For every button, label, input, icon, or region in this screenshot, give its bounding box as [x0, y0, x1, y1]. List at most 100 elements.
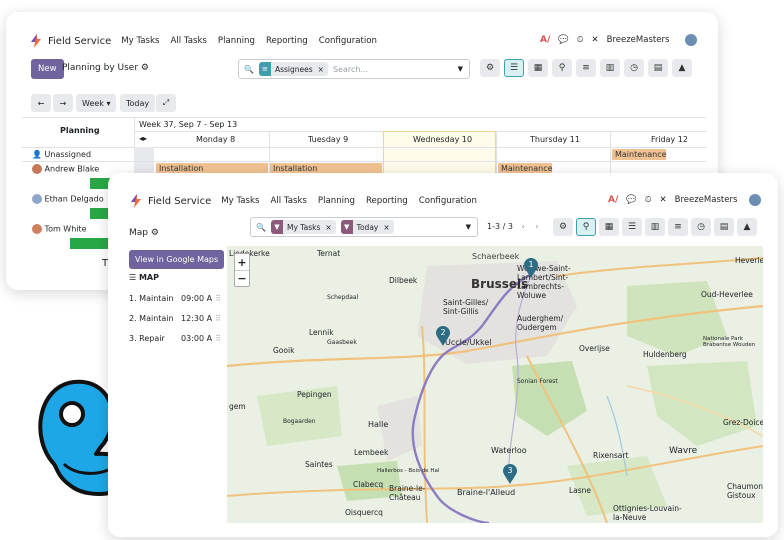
- user-icon: 👤: [32, 150, 42, 159]
- company-name[interactable]: BreezeMasters: [675, 195, 738, 205]
- search-dropdown-icon[interactable]: ▼: [466, 223, 471, 231]
- collapse-toggle-icon[interactable]: ◂▸: [139, 134, 147, 143]
- map-label-halle: Halle: [368, 420, 389, 429]
- user-avatar[interactable]: [685, 34, 698, 46]
- clock-icon[interactable]: ⏲: [645, 195, 652, 205]
- tools-icon[interactable]: ✕: [660, 195, 667, 205]
- map-pin-2[interactable]: 2: [436, 326, 450, 346]
- map-label-gooik: Gooik: [273, 346, 295, 355]
- user-avatar[interactable]: [749, 194, 762, 206]
- map-canvas[interactable]: Brussels Schaerbeek Dilbeek Ternat Liede…: [227, 246, 763, 523]
- menu-planning[interactable]: Planning: [218, 36, 255, 46]
- row-andrew[interactable]: Andrew Blake: [32, 164, 99, 174]
- activity-view-icon[interactable]: ◷: [691, 218, 711, 236]
- field-service-logo-icon: [31, 34, 41, 48]
- field-service-logo-icon: [131, 194, 141, 208]
- my-tasks-facet[interactable]: ▼ My Tasks ×: [270, 220, 336, 234]
- view-title: Map: [129, 228, 148, 238]
- calendar-view-icon[interactable]: ▦: [528, 59, 548, 77]
- google-maps-button[interactable]: View in Google Maps: [129, 250, 225, 269]
- pivot-view-icon[interactable]: ▤: [714, 218, 734, 236]
- app-title[interactable]: Field Service: [48, 36, 111, 47]
- row-unassigned[interactable]: 👤 Unassigned: [32, 150, 91, 159]
- task-time: 03:00 A: [181, 333, 213, 343]
- filter-settings-icon[interactable]: ⚙: [553, 218, 573, 236]
- kanban-view-icon[interactable]: ▥: [600, 59, 620, 77]
- today-button[interactable]: Today: [120, 94, 156, 112]
- next-button[interactable]: →: [53, 94, 73, 112]
- remove-facet-icon[interactable]: ×: [383, 223, 389, 232]
- gear-icon[interactable]: ⚙: [151, 228, 159, 238]
- kanban-view-icon[interactable]: ▥: [645, 218, 665, 236]
- filter-icon: ▼: [340, 220, 353, 234]
- app-title[interactable]: Field Service: [148, 196, 211, 207]
- top-nav-right: A/ 💬 ⏲ ✕ BreezeMasters: [540, 34, 698, 46]
- pivot-view-icon[interactable]: ▤: [648, 59, 668, 77]
- menu-reporting[interactable]: Reporting: [266, 36, 308, 46]
- filter-settings-icon[interactable]: ⚙: [480, 59, 500, 77]
- graph-view-icon[interactable]: ▲: [737, 218, 757, 236]
- drag-handle-icon[interactable]: ⠿: [215, 294, 221, 303]
- remove-facet-icon[interactable]: ×: [318, 65, 324, 74]
- task-bar-maintenance-friday[interactable]: Maintenance: [612, 149, 667, 160]
- expand-icon[interactable]: ⤢: [156, 94, 176, 112]
- menu-my-tasks[interactable]: My Tasks: [221, 196, 259, 206]
- tools-icon[interactable]: ✕: [592, 35, 599, 45]
- company-name[interactable]: BreezeMasters: [607, 35, 670, 45]
- drag-handle-icon[interactable]: ⠿: [215, 314, 221, 323]
- clock-icon[interactable]: ⏲: [577, 35, 584, 45]
- menu-all-tasks[interactable]: All Tasks: [270, 196, 306, 206]
- list-view-icon[interactable]: ≡: [576, 59, 596, 77]
- menu-configuration[interactable]: Configuration: [419, 196, 477, 206]
- pager-prev-icon[interactable]: ‹: [521, 222, 524, 231]
- map-label-pepingen: Pepingen: [297, 390, 332, 399]
- map-label-grez-doiceau: Grez-Doiceau: [723, 418, 763, 427]
- map-pin-3[interactable]: 3: [503, 464, 517, 484]
- group-icon: ≡: [258, 62, 271, 76]
- map-label-huldenberg: Huldenberg: [643, 350, 687, 359]
- row-ethan[interactable]: Ethan Delgado: [32, 194, 104, 204]
- gantt-view-icon[interactable]: ☰: [504, 59, 524, 77]
- remove-facet-icon[interactable]: ×: [325, 223, 331, 232]
- search-bar[interactable]: 🔍 ≡ Assignees × Search... ▼: [238, 59, 470, 79]
- chat-icon[interactable]: 💬: [626, 195, 637, 205]
- assignees-facet[interactable]: ≡ Assignees ×: [258, 62, 328, 76]
- menu-planning[interactable]: Planning: [318, 196, 355, 206]
- activity-view-icon[interactable]: ◷: [624, 59, 644, 77]
- list-item[interactable]: 2. Maintain 12:30 A ⠿: [129, 308, 221, 328]
- menu-my-tasks[interactable]: My Tasks: [121, 36, 159, 46]
- calendar-view-icon[interactable]: ▦: [599, 218, 619, 236]
- top-nav-right: A/ 💬 ⏲ ✕ BreezeMasters: [608, 194, 762, 206]
- new-button[interactable]: New: [31, 59, 64, 79]
- map-view-icon[interactable]: ⚲: [552, 59, 572, 77]
- week-scale-dropdown[interactable]: Week ▾: [76, 94, 117, 112]
- gear-icon[interactable]: ⚙: [141, 63, 149, 73]
- list-view-icon[interactable]: ≡: [668, 218, 688, 236]
- menu-all-tasks[interactable]: All Tasks: [170, 36, 206, 46]
- zoom-in-button[interactable]: +: [235, 254, 249, 270]
- gantt-view-icon[interactable]: ☰: [622, 218, 642, 236]
- list-item[interactable]: 1. Maintain 09:00 A ⠿: [129, 288, 221, 308]
- prev-button[interactable]: ←: [31, 94, 51, 112]
- pager-value[interactable]: 1-3 / 3: [487, 222, 513, 231]
- search-input[interactable]: Search...: [333, 65, 368, 74]
- graph-view-icon[interactable]: ▲: [672, 59, 692, 77]
- ai-icon[interactable]: A/: [608, 195, 618, 205]
- row-name: Tom White: [44, 224, 87, 234]
- map-pin-1[interactable]: 1: [524, 258, 538, 278]
- ai-icon[interactable]: A/: [540, 35, 550, 45]
- menu-configuration[interactable]: Configuration: [319, 36, 377, 46]
- day-header-friday: Friday 12: [651, 135, 688, 144]
- chat-icon[interactable]: 💬: [558, 35, 569, 45]
- today-facet[interactable]: ▼ Today ×: [340, 220, 394, 234]
- pager-next-icon[interactable]: ›: [535, 222, 538, 231]
- search-dropdown-icon[interactable]: ▼: [458, 65, 463, 73]
- drag-handle-icon[interactable]: ⠿: [215, 334, 221, 343]
- map-view-icon[interactable]: ⚲: [576, 218, 596, 236]
- zoom-out-button[interactable]: −: [235, 270, 249, 286]
- row-tom[interactable]: Tom White: [32, 224, 87, 234]
- map-label-sonian: Sonian Forest: [517, 378, 558, 385]
- menu-reporting[interactable]: Reporting: [366, 196, 408, 206]
- list-item[interactable]: 3. Repair 03:00 A ⠿: [129, 328, 221, 348]
- search-bar[interactable]: 🔍 ▼ My Tasks × ▼ Today × ▼: [250, 217, 478, 237]
